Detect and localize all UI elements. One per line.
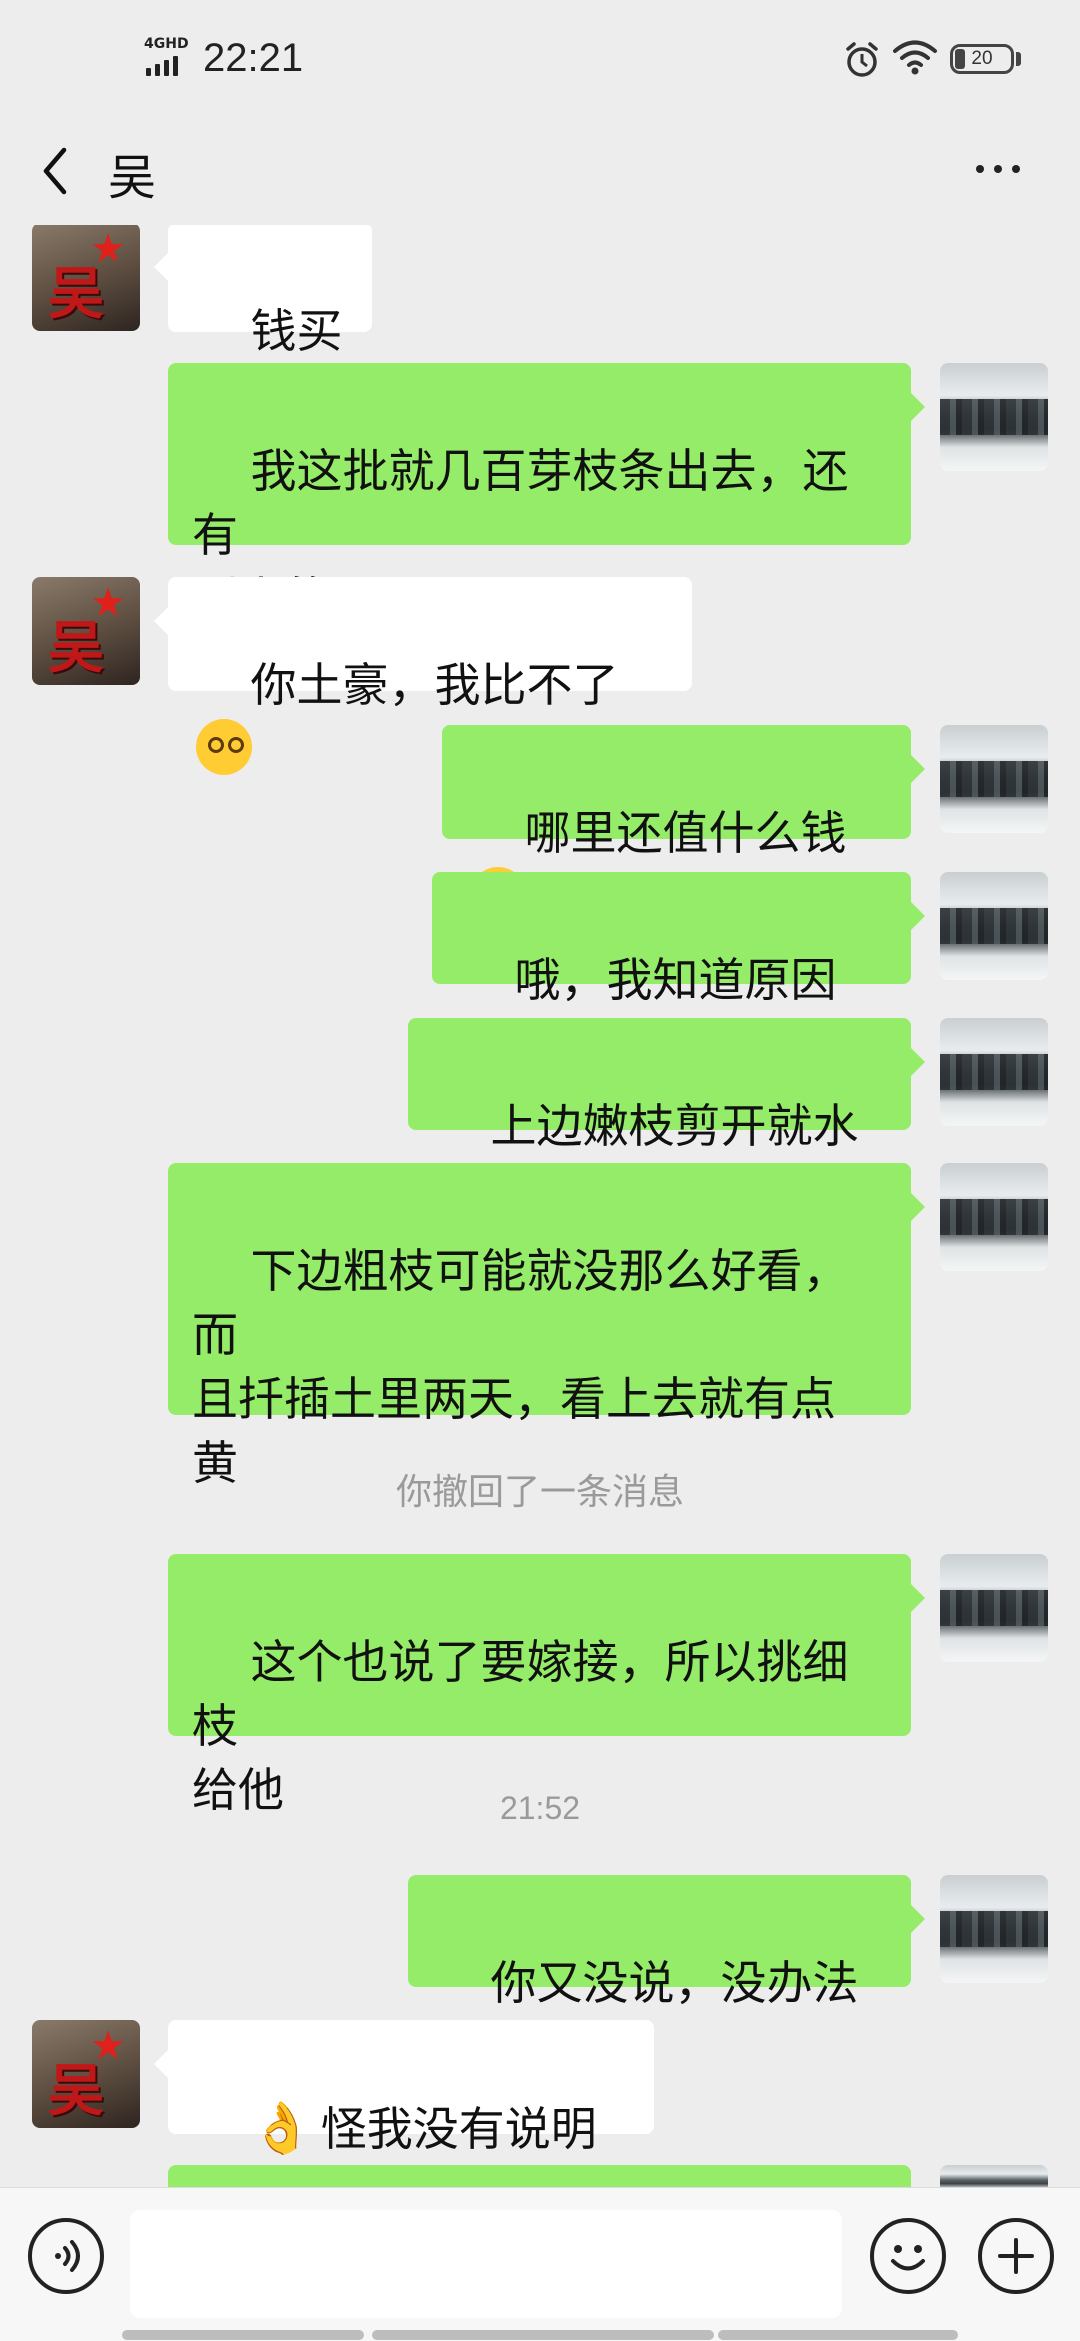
message-bubble[interactable]: 钱买的 — [154, 225, 372, 422]
recalled-message-notice: 你撤回了一条消息 — [395, 1472, 684, 1513]
my-avatar[interactable] — [940, 1018, 1048, 1126]
timestamp: 21:52 — [499, 1790, 581, 1826]
network-type-label: 4GHD — [144, 36, 189, 52]
contact-avatar[interactable]: ★ 吴 — [32, 225, 140, 331]
message-bubble[interactable]: 我这批就几百芽枝条出去，还有 别人的 — [168, 363, 925, 626]
message-list[interactable]: ★吴 钱买的 我这批就几百芽枝条出去，还有 别人的 ★吴 你土豪，我比不了 哪里… — [0, 225, 1080, 2187]
message-text: 下边粗枝可能就没那么好看，而 且扦插土里两天，看上去就有点 黄 — [192, 1244, 849, 1490]
battery-level: 20 — [971, 48, 993, 69]
gesture-handle — [372, 2330, 714, 2340]
message-bubble[interactable]: 上边嫩枝剪开就水嫩 — [408, 1018, 925, 1217]
battery-icon: 20 — [950, 44, 1014, 74]
message-bubble[interactable]: 哦，我知道原因了。 — [432, 872, 925, 1071]
status-bar: 4GHD 22:21 20 — [0, 0, 1080, 120]
gesture-handle — [718, 2330, 958, 2340]
ok-hand-emoji: 👌 — [250, 2099, 313, 2157]
chat-header: 吴 — [0, 120, 1080, 225]
chat-title: 吴 — [108, 150, 157, 206]
my-avatar[interactable] — [940, 2165, 1048, 2187]
alarm-icon — [846, 42, 878, 77]
gesture-handle — [122, 2330, 364, 2340]
message-bubble[interactable]: 👌怪我没有说明白 — [154, 2020, 654, 2187]
my-avatar[interactable] — [940, 872, 1048, 980]
chevron-left-icon[interactable] — [32, 136, 80, 206]
message-bubble[interactable]: 你土豪，我比不了 — [154, 577, 692, 775]
message-bubble[interactable]: 这个也说了要嫁接，所以挑细枝 给他 — [168, 1554, 925, 1817]
contact-avatar[interactable]: ★ 吴 — [32, 2020, 140, 2128]
wifi-icon — [893, 40, 937, 75]
smiley-icon[interactable] — [870, 2218, 946, 2294]
message-bubble[interactable]: 你又没说，没办法啦 — [408, 1875, 925, 2074]
my-avatar[interactable] — [940, 1163, 1048, 1271]
signal-icon — [146, 56, 178, 76]
more-dots-icon[interactable] — [976, 158, 1032, 188]
contact-avatar[interactable]: ★ 吴 — [32, 577, 140, 685]
message-input[interactable] — [130, 2210, 842, 2318]
battery-cap — [1016, 52, 1021, 66]
input-bar — [0, 2187, 1080, 2341]
voice-icon[interactable] — [28, 2218, 104, 2294]
woozy-face-emoji — [196, 719, 252, 775]
message-bubble[interactable]: 哪里还值什么钱 — [442, 725, 925, 923]
my-avatar[interactable] — [940, 363, 1048, 471]
my-avatar[interactable] — [940, 1875, 1048, 1983]
message-text: 哪里还值什么钱 — [524, 806, 847, 860]
message-text: 你土豪，我比不了 — [250, 658, 619, 712]
message-bubble-partial[interactable] — [168, 2165, 911, 2187]
my-avatar[interactable] — [940, 1554, 1048, 1662]
my-avatar[interactable] — [940, 725, 1048, 833]
plus-icon[interactable] — [978, 2218, 1054, 2294]
message-bubble[interactable]: 下边粗枝可能就没那么好看，而 且扦插土里两天，看上去就有点 黄 — [168, 1163, 925, 1490]
status-time: 22:21 — [203, 36, 304, 80]
